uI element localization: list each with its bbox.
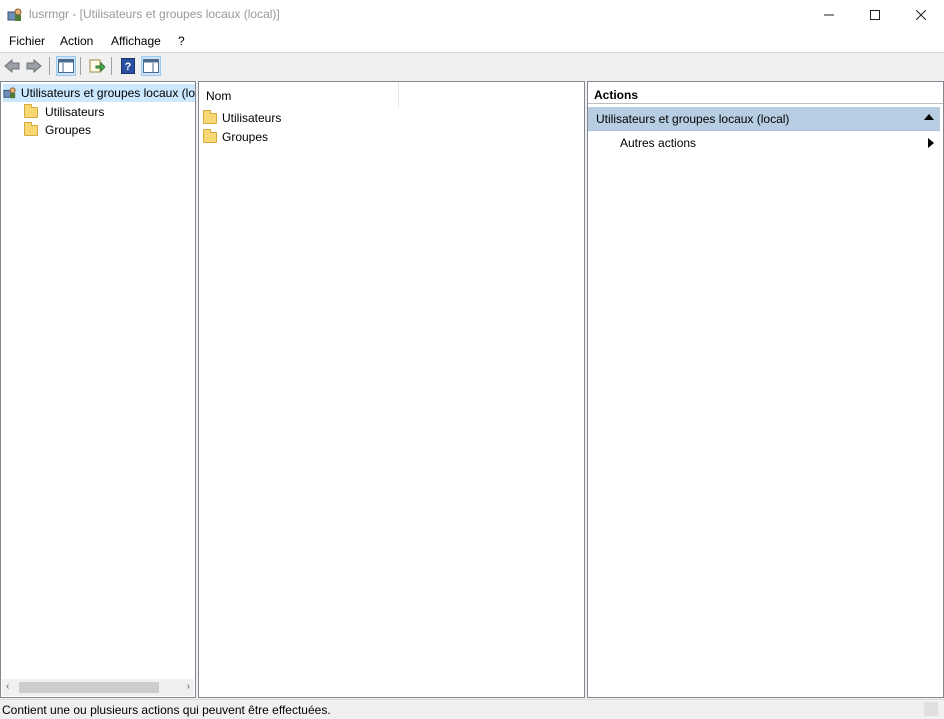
toolbar: ? — [0, 53, 944, 79]
menu-fichier[interactable]: Fichier — [9, 33, 45, 49]
horizontal-scrollbar[interactable]: ‹ › — [2, 679, 194, 696]
scroll-right-icon[interactable]: › — [187, 681, 190, 692]
folder-icon — [24, 103, 38, 118]
scroll-left-icon[interactable]: ‹ — [6, 681, 9, 692]
list-item-groupes[interactable]: Groupes — [203, 128, 268, 146]
minimize-button[interactable] — [806, 0, 852, 30]
show-hide-tree-icon — [58, 59, 74, 73]
tree-item-root-label: Utilisateurs et groupes locaux (lo — [20, 86, 195, 100]
menu-action[interactable]: Action — [60, 33, 93, 49]
forward-icon — [26, 59, 42, 73]
help-button[interactable]: ? — [118, 56, 138, 76]
export-list-icon — [89, 59, 105, 73]
toolbar-separator — [80, 57, 81, 75]
close-button[interactable] — [898, 0, 944, 30]
list-item-label: Utilisateurs — [222, 111, 282, 125]
resize-grip-icon[interactable] — [924, 702, 938, 716]
back-button[interactable] — [2, 56, 22, 76]
menu-affichage[interactable]: Affichage — [111, 33, 161, 49]
window-title: lusrmgr - [Utilisateurs et groupes locau… — [29, 7, 280, 21]
export-list-button[interactable] — [87, 56, 107, 76]
users-groups-app-icon — [7, 8, 22, 21]
maximize-button[interactable] — [852, 0, 898, 30]
title-bar: lusrmgr - [Utilisateurs et groupes locau… — [0, 0, 944, 30]
submenu-arrow-icon — [928, 138, 934, 148]
action-item-label: Autres actions — [620, 136, 697, 150]
back-icon — [4, 59, 20, 73]
tree-item-groupes[interactable]: Groupes — [24, 121, 91, 139]
close-icon — [916, 10, 926, 20]
minimize-icon — [824, 14, 834, 16]
status-text: Contient une ou plusieurs actions qui pe… — [2, 703, 331, 717]
folder-icon — [203, 128, 217, 143]
show-hide-action-pane-icon — [143, 59, 159, 73]
help-icon: ? — [121, 58, 135, 74]
actions-header-label: Actions — [594, 88, 639, 102]
folder-icon — [203, 109, 217, 124]
maximize-icon — [870, 10, 880, 20]
show-hide-tree-button[interactable] — [56, 56, 76, 76]
status-bar: Contient une ou plusieurs actions qui pe… — [0, 699, 944, 719]
list-item-utilisateurs[interactable]: Utilisateurs — [203, 109, 281, 127]
menu-bar: Fichier Action Affichage ? — [0, 30, 944, 52]
column-header-label: Nom — [206, 89, 232, 103]
actions-pane: Actions Utilisateurs et groupes locaux (… — [587, 81, 944, 698]
actions-header: Actions — [588, 82, 943, 104]
toolbar-separator — [111, 57, 112, 75]
tree-item-root[interactable]: Utilisateurs et groupes locaux (lo — [3, 84, 195, 102]
list-item-label: Groupes — [222, 130, 269, 144]
menu-help[interactable]: ? — [178, 33, 185, 49]
actions-section-title[interactable]: Utilisateurs et groupes locaux (local) — [588, 107, 940, 131]
forward-button[interactable] — [24, 56, 44, 76]
actions-section-label: Utilisateurs et groupes locaux (local) — [596, 112, 790, 126]
column-header-nom[interactable]: Nom — [199, 82, 399, 108]
tree-item-label: Groupes — [45, 123, 92, 137]
results-list-pane: Nom Utilisateurs Groupes — [198, 81, 585, 698]
scrollbar-thumb[interactable] — [19, 682, 159, 693]
svg-text:?: ? — [125, 61, 132, 73]
show-hide-action-pane-button[interactable] — [141, 56, 161, 76]
collapse-up-icon[interactable] — [924, 114, 934, 120]
toolbar-separator — [49, 57, 50, 75]
users-groups-icon — [3, 87, 16, 99]
console-tree-pane: Utilisateurs et groupes locaux (lo Utili… — [0, 81, 196, 698]
tree-item-label: Utilisateurs — [45, 105, 105, 119]
action-item-autres-actions[interactable]: Autres actions — [588, 133, 940, 153]
folder-icon — [24, 121, 38, 136]
tree-item-utilisateurs[interactable]: Utilisateurs — [24, 103, 104, 121]
